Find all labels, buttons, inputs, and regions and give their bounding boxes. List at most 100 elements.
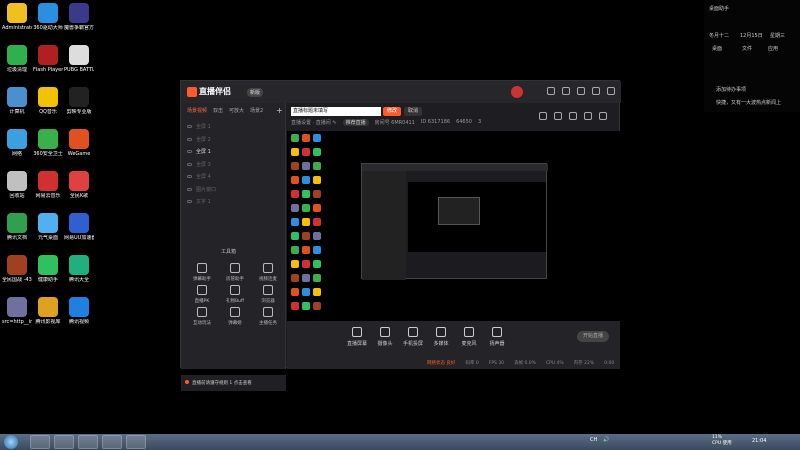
source-tool[interactable]: 多媒体: [427, 327, 455, 347]
chart-icon[interactable]: [554, 112, 562, 120]
desktop-icon[interactable]: 剪映专业版: [64, 87, 94, 115]
taskbar-item[interactable]: [126, 435, 146, 449]
desktop-icon[interactable]: 回收站: [2, 171, 32, 199]
share-icon[interactable]: [569, 112, 577, 120]
toolbox-item[interactable]: 浏览器: [253, 285, 283, 304]
avatar[interactable]: [511, 86, 523, 98]
eye-icon[interactable]: [187, 200, 192, 203]
desktop-icon[interactable]: 全民国战 -4399: [2, 255, 32, 283]
toolbox-item[interactable]: 主播任务: [253, 307, 283, 326]
source-tool[interactable]: 扬声器: [483, 327, 511, 347]
layer-item[interactable]: 全屏 1: [187, 123, 211, 130]
stream-info-item[interactable]: 直播设置 · 直播间 ✎: [291, 119, 337, 126]
desktop-icon[interactable]: Administrato: [2, 3, 32, 31]
notice-bar[interactable]: 直播前请遵守规则 1 点击查看: [181, 375, 286, 391]
minimize-icon[interactable]: [592, 87, 600, 95]
message-icon[interactable]: [562, 87, 570, 95]
desktop-icon-label: 网络: [11, 151, 22, 157]
layer-item[interactable]: 图片窗口: [187, 186, 216, 193]
stream-preview[interactable]: [287, 131, 620, 321]
preview-icon: [291, 162, 299, 170]
bell-icon[interactable]: [584, 112, 592, 120]
news-tip[interactable]: 快捷，又有一大波热点新闻上: [716, 99, 800, 106]
nested-preview-window: [361, 163, 548, 280]
taskbar-item[interactable]: [30, 435, 50, 449]
layer-item[interactable]: 全屏 4: [187, 173, 211, 180]
bag-icon[interactable]: [539, 112, 547, 120]
layer-item[interactable]: 全屏 3: [187, 161, 211, 168]
desktop-icon[interactable]: 网易UU加速器: [64, 213, 94, 241]
layer-item[interactable]: 全屏 1: [187, 148, 211, 155]
stream-info-item[interactable]: 推荐直播: [342, 119, 369, 126]
clock[interactable]: 21:04: [752, 438, 766, 444]
source-tool[interactable]: 直播屏幕: [343, 327, 371, 347]
layer-item[interactable]: 文字 1: [187, 198, 211, 205]
eye-icon[interactable]: [187, 162, 192, 166]
taskbar-item[interactable]: [102, 435, 122, 449]
eye-icon[interactable]: [187, 175, 192, 178]
eye-icon[interactable]: [187, 187, 192, 191]
desktop-icon[interactable]: 360安全卫士: [33, 129, 63, 157]
add-todo[interactable]: 添加待办事项: [716, 86, 746, 93]
app-icon: [7, 87, 27, 107]
toolbox-item[interactable]: 互动玩法: [187, 307, 217, 326]
cancel-button[interactable]: 取消: [404, 107, 422, 116]
desktop-icon[interactable]: 360驱动大师: [33, 3, 63, 31]
desktop-icon[interactable]: 腾讯影视库: [33, 297, 63, 325]
eye-icon[interactable]: [187, 125, 192, 128]
desktop-icon[interactable]: PUBG BATTLEGR...: [64, 45, 94, 73]
tray-item[interactable]: CH: [590, 437, 597, 443]
modify-button[interactable]: 修改: [383, 107, 401, 116]
desktop-icon-label: 腾讯大全: [68, 277, 89, 283]
close-icon[interactable]: [607, 87, 615, 95]
source-tool[interactable]: 摄像头: [371, 327, 399, 347]
toolbox-item[interactable]: 直播PK: [187, 285, 217, 304]
menu-icon[interactable]: [599, 112, 607, 120]
scene-tab[interactable]: 双击: [213, 107, 223, 114]
source-tool[interactable]: 手机投屏: [399, 327, 427, 347]
desktop-icon-label: src=http__images.k12...: [2, 319, 32, 325]
desktop-icon[interactable]: 计算机: [2, 87, 32, 115]
toolbox-item[interactable]: 视频连麦: [253, 263, 283, 282]
layer-item[interactable]: 全屏 2: [187, 136, 211, 143]
settings-icon[interactable]: [577, 87, 585, 95]
stream-title-input[interactable]: 直播标题未填写: [291, 107, 381, 116]
desktop-icon[interactable]: 网易云音乐: [33, 171, 63, 199]
desktop-icon[interactable]: src=http__images.k12...: [2, 297, 32, 325]
toolbox-item[interactable]: 弹幕姬: [220, 307, 250, 326]
preview-icon: [291, 148, 299, 156]
toolbox-item[interactable]: 礼物Buff: [220, 285, 250, 304]
taskbar-item[interactable]: [54, 435, 74, 449]
desktop-icon[interactable]: 元气桌面: [33, 213, 63, 241]
desktop-icon[interactable]: 全民K歌: [64, 171, 94, 199]
tray-item[interactable]: 🔊: [603, 437, 609, 443]
scene-tab[interactable]: 场景视频: [187, 107, 207, 114]
desktop-icon[interactable]: QQ音乐: [33, 87, 63, 115]
eye-icon[interactable]: [187, 137, 192, 141]
start-button[interactable]: [4, 435, 18, 449]
gift-icon[interactable]: [547, 87, 555, 95]
desktop-icon[interactable]: 健康助手: [33, 255, 63, 283]
toolbox-item[interactable]: 房管助手: [220, 263, 250, 282]
desktop-icon[interactable]: Flash Player 修复工具: [33, 45, 63, 73]
add-scene-button[interactable]: +: [276, 106, 283, 115]
desktop-icon[interactable]: 腾讯视频: [64, 297, 94, 325]
toolbox-item[interactable]: 弹幕助手: [187, 263, 217, 282]
desktop-icon[interactable]: 网络: [2, 129, 32, 157]
start-live-button[interactable]: 开始直播: [577, 331, 609, 342]
widget-apps-button[interactable]: 应用: [768, 45, 778, 52]
desktop-icon[interactable]: 魔兽争霸官方对战平台: [64, 3, 94, 31]
scene-tab[interactable]: 场景2: [250, 107, 263, 114]
desktop-icon[interactable]: 腾讯文档: [2, 213, 32, 241]
desktop-icon[interactable]: 垃圾清理: [2, 45, 32, 73]
source-tool[interactable]: 麦克风: [455, 327, 483, 347]
scene-tab[interactable]: 可放大: [229, 107, 244, 114]
eye-icon[interactable]: [187, 150, 192, 153]
widget-files-button[interactable]: 文件: [742, 45, 752, 52]
widget-desktop-button[interactable]: 桌面: [712, 45, 722, 52]
taskbar-item[interactable]: [78, 435, 98, 449]
version-badge[interactable]: 新版: [247, 88, 264, 97]
desktop-icon[interactable]: 腾讯大全: [64, 255, 94, 283]
desktop-icon[interactable]: WeGame: [64, 129, 94, 157]
app-icon: [7, 45, 27, 65]
